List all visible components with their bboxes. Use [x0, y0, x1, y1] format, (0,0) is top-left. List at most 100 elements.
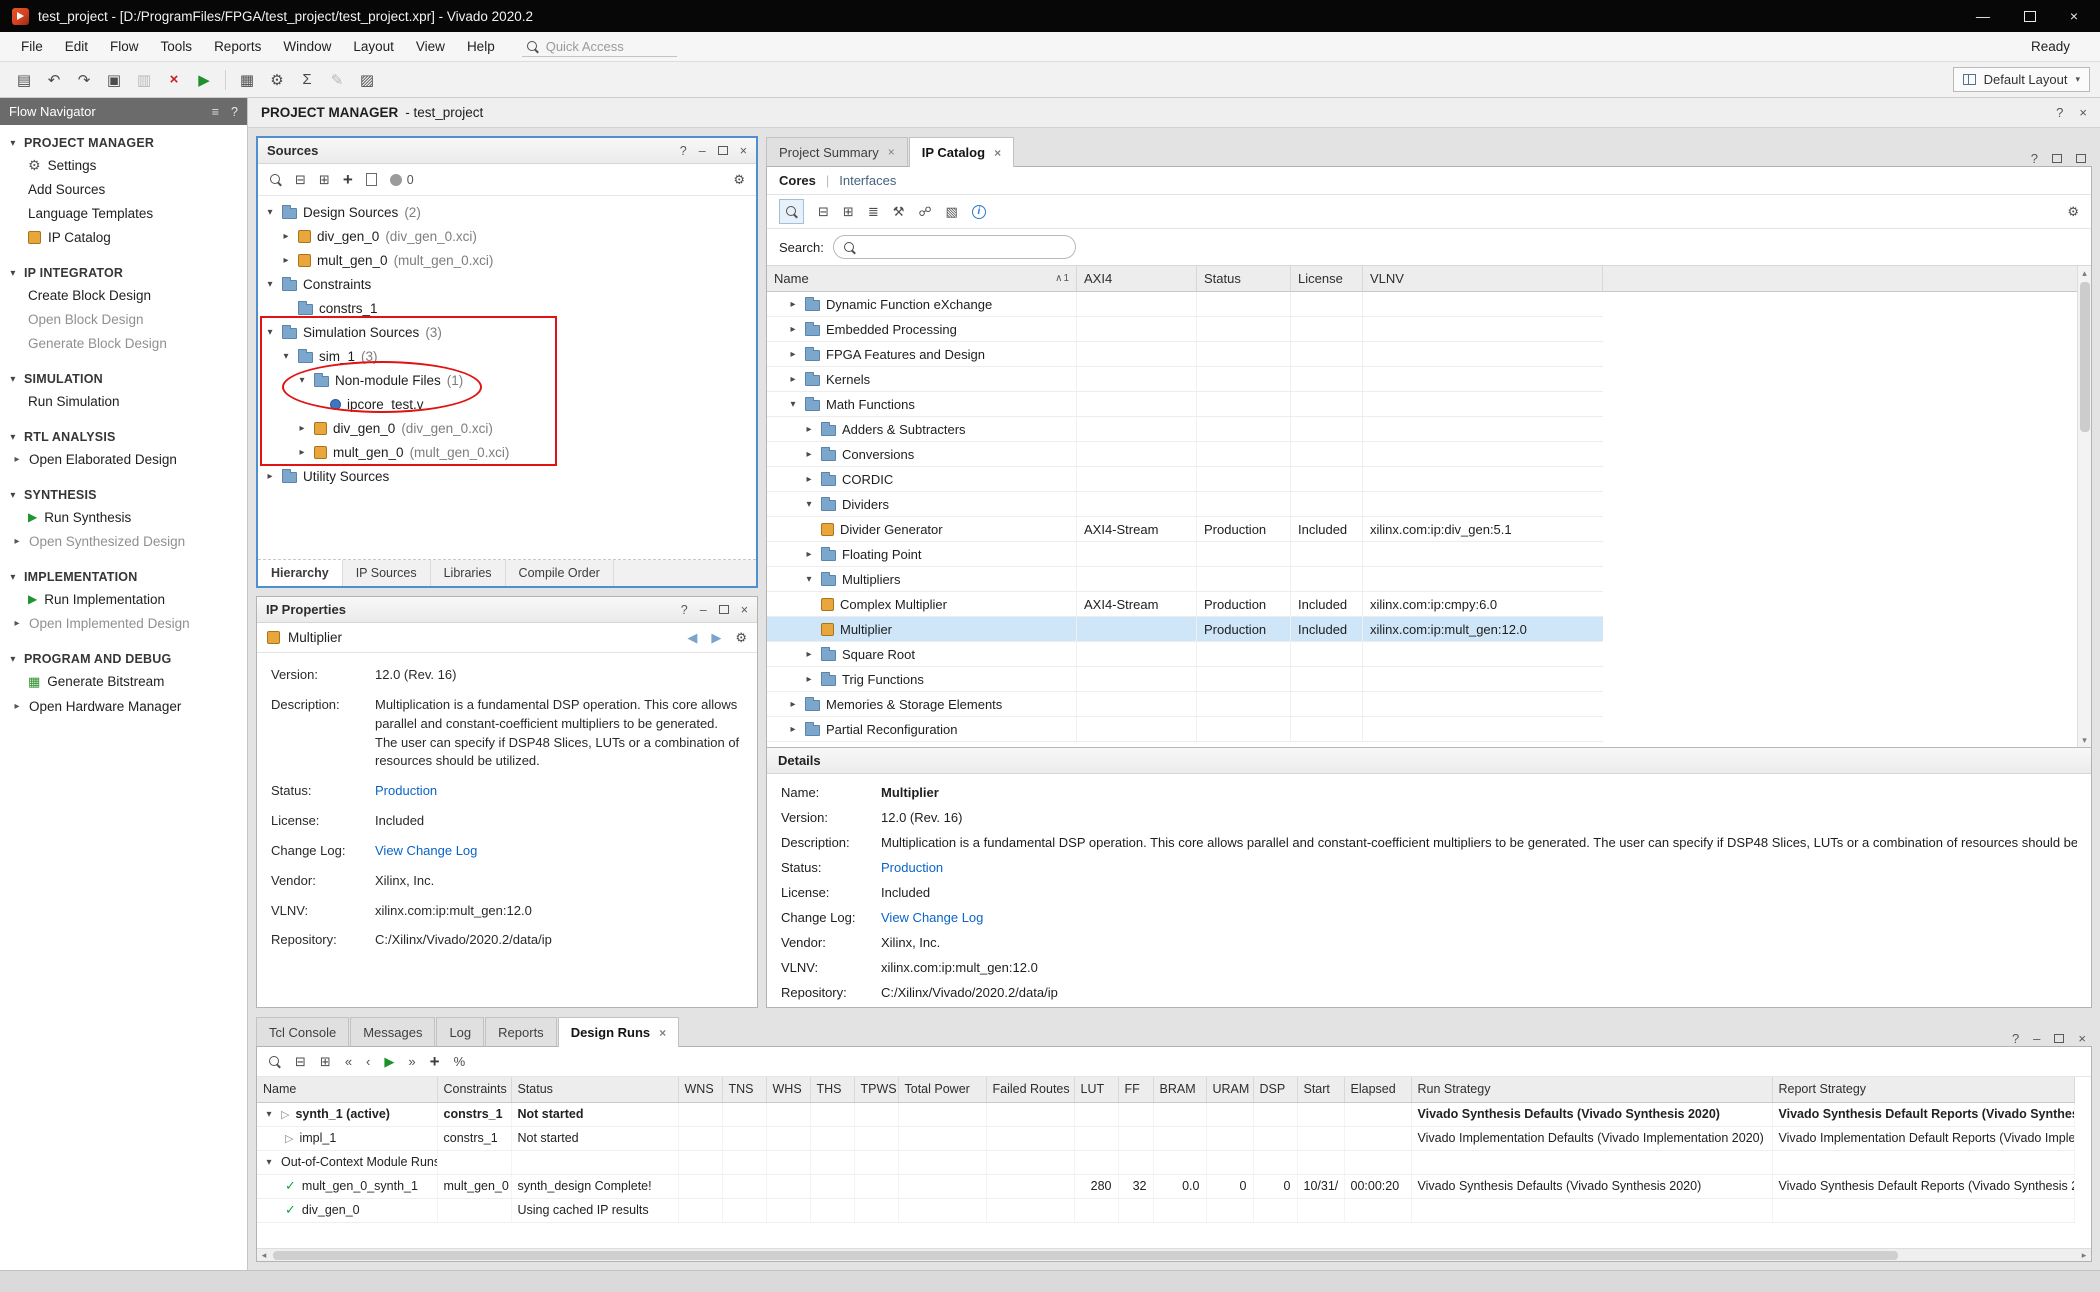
- chevron-right-icon[interactable]: ▸: [264, 471, 276, 482]
- column-header[interactable]: TPWS: [854, 1077, 898, 1102]
- save-icon[interactable]: ▤: [10, 66, 38, 93]
- chevron-right-icon[interactable]: ▸: [280, 255, 292, 266]
- run-row-synth-1[interactable]: ▾▷synth_1 (active) constrs_1 Not started…: [257, 1102, 2074, 1126]
- run-row-impl-1[interactable]: ▷impl_1 constrs_1 Not started Vivado Imp…: [257, 1126, 2074, 1150]
- table-view-icon[interactable]: ▧: [946, 205, 958, 218]
- forward-arrow-icon[interactable]: ▶: [711, 630, 721, 646]
- tab-compile-order[interactable]: Compile Order: [506, 560, 614, 586]
- search-icon[interactable]: [268, 1055, 281, 1068]
- catalog-category-row-math-functions[interactable]: ▾Math Functions: [767, 392, 1603, 417]
- chevron-right-icon[interactable]: ▸: [803, 674, 815, 685]
- help-icon[interactable]: ?: [2031, 151, 2038, 166]
- column-header[interactable]: BRAM: [1153, 1077, 1206, 1102]
- float-icon[interactable]: [719, 605, 729, 614]
- vertical-scrollbar[interactable]: ▴ ▾: [2077, 266, 2091, 747]
- back-arrow-icon[interactable]: ◀: [687, 630, 697, 646]
- chevron-down-icon[interactable]: ▾: [264, 327, 276, 338]
- tree-item-constraints[interactable]: ▾ Constraints: [258, 272, 756, 296]
- info-icon[interactable]: i: [972, 205, 986, 219]
- column-header-license[interactable]: License: [1291, 266, 1363, 291]
- tree-item-ipcore-test-v[interactable]: ipcore_test.v: [258, 392, 756, 416]
- tree-item-sim-mult-gen-0[interactable]: ▸ mult_gen_0 (mult_gen_0.xci): [258, 440, 756, 464]
- tab-ip-catalog[interactable]: IP Catalog ×: [909, 137, 1014, 167]
- column-header-name[interactable]: Name ∧1: [767, 266, 1077, 291]
- chevron-down-icon[interactable]: ▾: [787, 399, 799, 410]
- tree-item-utility-sources[interactable]: ▸ Utility Sources: [258, 464, 756, 488]
- column-header-vlnv[interactable]: VLNV: [1363, 266, 1603, 291]
- menu-tools[interactable]: Tools: [150, 35, 204, 58]
- tab-libraries[interactable]: Libraries: [431, 560, 506, 586]
- column-header[interactable]: TNS: [722, 1077, 766, 1102]
- flow-nav-options-icon[interactable]: ≡: [212, 105, 219, 119]
- customize-ip-icon[interactable]: ⚒: [893, 205, 905, 218]
- chevron-down-icon[interactable]: ▾: [280, 351, 292, 362]
- chevron-down-icon[interactable]: ▾: [263, 1109, 275, 1120]
- nav-item-run-synthesis[interactable]: ▶ Run Synthesis: [0, 505, 247, 529]
- scrollbar-thumb[interactable]: [273, 1251, 1898, 1260]
- catalog-category-row[interactable]: ▸Trig Functions: [767, 667, 1603, 692]
- column-header[interactable]: Elapsed: [1344, 1077, 1411, 1102]
- nav-item-settings[interactable]: ⚙ Settings: [0, 153, 247, 177]
- tree-item-sim-div-gen-0[interactable]: ▸ div_gen_0 (div_gen_0.xci): [258, 416, 756, 440]
- tree-item-non-module-files[interactable]: ▾ Non-module Files (1): [258, 368, 756, 392]
- step-forward-icon[interactable]: »: [408, 1055, 415, 1068]
- chevron-down-icon[interactable]: ▾: [296, 375, 308, 386]
- chevron-right-icon[interactable]: ▸: [787, 699, 799, 710]
- status-link[interactable]: Production: [375, 782, 437, 801]
- tab-reports[interactable]: Reports: [485, 1017, 557, 1046]
- nav-item-generate-bitstream[interactable]: ▦ Generate Bitstream: [0, 669, 247, 694]
- chevron-right-icon[interactable]: ▸: [280, 231, 292, 242]
- paste-icon[interactable]: ▥: [130, 66, 158, 93]
- chevron-right-icon[interactable]: ▸: [12, 701, 22, 712]
- tab-hierarchy[interactable]: Hierarchy: [258, 560, 343, 586]
- collapse-all-icon[interactable]: ⊟: [818, 205, 829, 218]
- close-tab-icon[interactable]: ×: [659, 1026, 666, 1040]
- column-header[interactable]: THS: [810, 1077, 854, 1102]
- flow-nav-help-icon[interactable]: ?: [231, 105, 238, 119]
- catalog-category-row[interactable]: ▸FPGA Features and Design: [767, 342, 1603, 367]
- minimize-button[interactable]: —: [1976, 9, 1990, 23]
- column-header[interactable]: DSP: [1253, 1077, 1297, 1102]
- menu-reports[interactable]: Reports: [203, 35, 272, 58]
- column-header[interactable]: Run Strategy: [1411, 1077, 1772, 1102]
- float-icon[interactable]: [2054, 1034, 2064, 1043]
- run-row-ooc-group[interactable]: ▾Out-of-Context Module Runs: [257, 1150, 2074, 1174]
- nav-item-run-simulation[interactable]: Run Simulation: [0, 389, 247, 413]
- chevron-right-icon[interactable]: ▸: [787, 724, 799, 735]
- section-header-program-and-debug[interactable]: ▾ PROGRAM AND DEBUG: [0, 649, 247, 669]
- debug-probe-icon[interactable]: ▨: [353, 66, 381, 93]
- tree-item-design-sources[interactable]: ▾ Design Sources (2): [258, 200, 756, 224]
- run-icon[interactable]: ▶: [384, 1055, 394, 1068]
- chevron-right-icon[interactable]: ▸: [12, 536, 22, 547]
- column-header[interactable]: Start: [1297, 1077, 1344, 1102]
- section-header-synthesis[interactable]: ▾ SYNTHESIS: [0, 485, 247, 505]
- settings-gear-icon[interactable]: ⚙: [263, 66, 291, 93]
- scroll-right-icon[interactable]: ▸: [2077, 1250, 2091, 1261]
- copy-icon[interactable]: ▣: [100, 66, 128, 93]
- minimize-icon[interactable]: –: [700, 603, 707, 617]
- scroll-down-icon[interactable]: ▾: [2082, 733, 2087, 747]
- close-icon[interactable]: ×: [2079, 105, 2087, 120]
- close-button[interactable]: ×: [2070, 9, 2078, 23]
- column-header[interactable]: Failed Routes: [986, 1077, 1074, 1102]
- close-icon[interactable]: ×: [741, 603, 748, 617]
- catalog-search-input[interactable]: [833, 235, 1076, 259]
- section-header-simulation[interactable]: ▾ SIMULATION: [0, 369, 247, 389]
- chevron-down-icon[interactable]: ▾: [803, 574, 815, 585]
- expand-all-icon[interactable]: ⊞: [320, 1055, 331, 1068]
- column-header-status[interactable]: Status: [1197, 266, 1291, 291]
- tab-messages[interactable]: Messages: [350, 1017, 435, 1046]
- tab-tcl-console[interactable]: Tcl Console: [256, 1017, 349, 1046]
- nav-item-run-implementation[interactable]: ▶ Run Implementation: [0, 587, 247, 611]
- catalog-category-row[interactable]: ▸Memories & Storage Elements: [767, 692, 1603, 717]
- minimize-icon[interactable]: –: [699, 144, 706, 158]
- subtab-cores[interactable]: Cores: [779, 173, 816, 188]
- search-toggle[interactable]: [779, 199, 804, 224]
- settings-gear-icon[interactable]: ⚙: [2067, 205, 2079, 218]
- catalog-category-row[interactable]: ▸Dynamic Function eXchange: [767, 292, 1603, 317]
- run-row-div-gen-0[interactable]: ✓div_gen_0 Using cached IP results: [257, 1198, 2074, 1222]
- nav-item-open-implemented-design[interactable]: ▸ Open Implemented Design: [0, 611, 247, 635]
- tree-item-constrs-1[interactable]: constrs_1: [258, 296, 756, 320]
- status-link[interactable]: Production: [881, 860, 943, 875]
- nav-item-add-sources[interactable]: Add Sources: [0, 177, 247, 201]
